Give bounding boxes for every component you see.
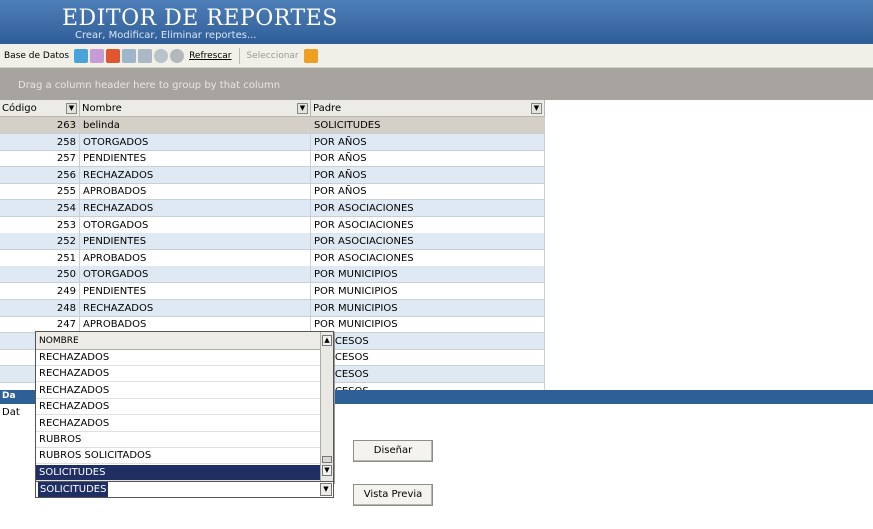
cell-padre[interactable]: POR MUNICIPIOS <box>311 266 545 284</box>
name-dropdown-list[interactable]: NOMBRE RECHAZADOS RECHAZADOS RECHAZADOS REC… <box>35 331 334 483</box>
cell-nombre[interactable]: RECHAZADOS <box>80 200 311 217</box>
table-row[interactable]: 252 PENDIENTES POR ASOCIACIONES <box>0 233 545 251</box>
cell-padre[interactable]: POR ASOCIACIONES <box>311 200 545 217</box>
refresh-button[interactable]: Refrescar <box>185 51 235 61</box>
cell-code[interactable]: 258 <box>0 133 80 151</box>
select-button[interactable]: Seleccionar <box>243 51 303 61</box>
group-by-area[interactable]: Drag a column header here to group by th… <box>0 68 873 100</box>
cell-code[interactable]: 255 <box>0 183 80 201</box>
cell-code[interactable]: 250 <box>0 266 80 284</box>
cell-code[interactable]: 263 <box>0 117 80 134</box>
filter-dropdown-icon[interactable]: ▼ <box>297 103 308 114</box>
dropdown-option[interactable]: SOLICITUDES <box>36 464 321 481</box>
cell-padre[interactable]: POR AÑOS <box>311 133 545 151</box>
cell-nombre[interactable]: OTORGADOS <box>80 216 311 234</box>
design-button[interactable]: Diseñar <box>353 440 433 462</box>
dropdown-option[interactable]: RECHAZADOS <box>36 399 321 416</box>
details-label: Dat <box>2 407 20 418</box>
cell-padre[interactable]: POR ASOCIACIONES <box>311 216 545 234</box>
table-row[interactable]: 263 belinda SOLICITUDES <box>0 117 545 134</box>
cancel-icon[interactable] <box>170 48 185 63</box>
table-row[interactable]: 255 APROBADOS POR AÑOS <box>0 183 545 201</box>
table-row[interactable]: 257 PENDIENTES POR AÑOS <box>0 150 545 168</box>
cell-nombre[interactable]: OTORGADOS <box>80 266 311 284</box>
name-combobox[interactable]: SOLICITUDES ▼ <box>35 481 334 498</box>
database-menu[interactable]: Base de Datos <box>0 51 73 61</box>
cell-nombre[interactable]: APROBADOS <box>80 183 311 201</box>
cell-nombre[interactable]: PENDIENTES <box>80 150 311 168</box>
dropdown-option[interactable]: RECHAZADOS <box>36 416 321 432</box>
cell-nombre[interactable]: RECHAZADOS <box>80 299 311 317</box>
cell-padre[interactable]: PROCESOS <box>311 382 545 390</box>
cell-nombre[interactable]: APROBADOS <box>80 249 311 267</box>
copy-icon[interactable] <box>122 48 137 63</box>
table-row[interactable]: 254 RECHAZADOS POR ASOCIACIONES <box>0 200 545 217</box>
chevron-down-icon[interactable]: ▼ <box>320 483 332 496</box>
dropdown-option[interactable]: RECHAZADOS <box>36 383 321 399</box>
table-row[interactable]: 253 OTORGADOS POR ASOCIACIONES <box>0 216 545 234</box>
group-by-hint: Drag a column header here to group by th… <box>18 80 281 91</box>
table-row[interactable]: 248 RECHAZADOS POR MUNICIPIOS <box>0 299 545 317</box>
cell-padre[interactable]: POR MUNICIPIOS <box>311 299 545 317</box>
dropdown-option[interactable]: RUBROS <box>36 432 321 448</box>
table-row[interactable]: 258 OTORGADOS POR AÑOS <box>0 133 545 151</box>
cell-nombre[interactable]: PENDIENTES <box>80 283 311 300</box>
dropdown-option[interactable]: RECHAZADOS <box>36 366 321 383</box>
preview-button[interactable]: Vista Previa <box>353 484 433 506</box>
scroll-down-icon[interactable]: ▼ <box>322 465 332 476</box>
title-bar: EDITOR DE REPORTES Crear, Modificar, Eli… <box>0 0 873 44</box>
cell-padre[interactable]: POR MUNICIPIOS <box>311 283 545 300</box>
cell-nombre[interactable]: OTORGADOS <box>80 133 311 151</box>
app-subtitle: Crear, Modificar, Eliminar reportes... <box>75 30 257 41</box>
combobox-value: SOLICITUDES <box>38 482 109 497</box>
cell-padre[interactable]: PROCESOS <box>311 366 545 383</box>
cell-nombre[interactable]: RECHAZADOS <box>80 166 311 184</box>
column-header-padre[interactable]: Padre ▼ <box>311 100 545 117</box>
disk-icon[interactable] <box>154 48 169 63</box>
dropdown-option[interactable]: RECHAZADOS <box>36 350 321 366</box>
cell-padre[interactable]: PROCESOS <box>311 332 545 350</box>
details-panel-title: Da <box>2 391 16 401</box>
scroll-up-icon[interactable]: ▲ <box>322 335 332 346</box>
delete-icon[interactable] <box>106 48 121 63</box>
cell-padre[interactable]: POR AÑOS <box>311 183 545 201</box>
filter-dropdown-icon[interactable]: ▼ <box>66 103 77 114</box>
table-row[interactable]: 249 PENDIENTES POR MUNICIPIOS <box>0 283 545 300</box>
app-title: EDITOR DE REPORTES <box>62 6 338 31</box>
cell-code[interactable]: 254 <box>0 200 80 217</box>
edit-icon[interactable] <box>90 48 105 63</box>
add-icon[interactable] <box>74 48 89 63</box>
cell-code[interactable]: 257 <box>0 150 80 168</box>
dropdown-option[interactable]: RUBROS SOLICITADOS <box>36 448 321 465</box>
filter-dropdown-icon[interactable]: ▼ <box>531 103 542 114</box>
cell-code[interactable]: 249 <box>0 283 80 300</box>
paste-icon[interactable] <box>138 48 153 63</box>
cell-padre[interactable]: SOLICITUDES <box>311 117 545 134</box>
cell-code[interactable]: 251 <box>0 249 80 267</box>
cell-code[interactable]: 256 <box>0 166 80 184</box>
cell-padre[interactable]: POR AÑOS <box>311 150 545 168</box>
cell-code[interactable]: 253 <box>0 216 80 234</box>
dropdown-column-header: NOMBRE <box>36 332 321 350</box>
table-row[interactable]: 256 RECHAZADOS POR AÑOS <box>0 166 545 184</box>
cell-padre[interactable]: POR ASOCIACIONES <box>311 233 545 251</box>
column-header-nombre[interactable]: Nombre ▼ <box>80 100 311 117</box>
cell-code[interactable]: 252 <box>0 233 80 251</box>
toolbar-separator <box>238 47 240 64</box>
toolbar: Base de Datos Refrescar Seleccionar <box>0 44 873 68</box>
scroll-thumb[interactable] <box>322 456 332 463</box>
dropdown-scrollbar[interactable]: ▲ ▼ <box>320 332 333 482</box>
table-row[interactable]: 250 OTORGADOS POR MUNICIPIOS <box>0 266 545 284</box>
cell-padre[interactable]: POR ASOCIACIONES <box>311 249 545 267</box>
cell-nombre[interactable]: PENDIENTES <box>80 233 311 251</box>
cell-code[interactable]: 248 <box>0 299 80 317</box>
cell-padre[interactable]: POR MUNICIPIOS <box>311 316 545 334</box>
table-row[interactable]: 251 APROBADOS POR ASOCIACIONES <box>0 249 545 267</box>
cell-nombre[interactable]: belinda <box>80 117 311 134</box>
database-icon[interactable] <box>303 48 318 63</box>
cell-padre[interactable]: PROCESOS <box>311 349 545 367</box>
cell-padre[interactable]: POR AÑOS <box>311 166 545 184</box>
column-header-codigo[interactable]: Código ▼ <box>0 100 80 117</box>
